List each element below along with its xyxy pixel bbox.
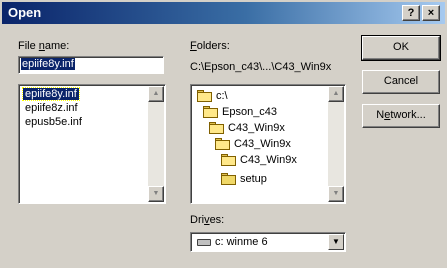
close-button[interactable]: × [422, 5, 440, 21]
open-dialog: Open ? × File name: epiife8y.inf epiife8… [0, 0, 447, 268]
folder-item[interactable]: c:\ [197, 88, 228, 104]
folder-icon [215, 138, 231, 150]
scroll-down-icon[interactable]: ▼ [148, 186, 164, 202]
cancel-button[interactable]: Cancel [362, 70, 440, 94]
chevron-down-icon[interactable]: ▼ [328, 234, 344, 250]
file-item[interactable]: epiife8z.inf [23, 102, 80, 114]
scroll-down-icon[interactable]: ▼ [328, 186, 344, 202]
scroll-up-icon[interactable]: ▲ [328, 86, 344, 102]
file-name-label: File name: [18, 40, 70, 52]
folder-item[interactable]: C43_Win9x [215, 136, 291, 152]
help-button[interactable]: ? [402, 5, 420, 21]
folder-item[interactable]: setup [221, 171, 267, 187]
title-bar[interactable]: Open ? × [2, 2, 445, 24]
folder-icon [221, 173, 237, 185]
folder-tree-scrollbar[interactable]: ▲ ▼ [328, 86, 344, 202]
drive-value: c: winme 6 [215, 236, 268, 248]
file-item[interactable]: epusb5e.inf [23, 116, 84, 128]
drives-dropdown[interactable]: c: winme 6 ▼ [190, 232, 346, 252]
folder-item[interactable]: C43_Win9x [209, 120, 285, 136]
ok-button[interactable]: OK [361, 35, 441, 61]
window-title: Open [8, 5, 42, 20]
file-list-scrollbar[interactable]: ▲ ▼ [148, 86, 164, 202]
folder-icon [209, 122, 225, 134]
folder-icon [197, 90, 213, 102]
folder-tree[interactable]: c:\ Epson_c43 C43_Win9x C43_Win9x C43_Wi… [190, 84, 346, 204]
scroll-up-icon[interactable]: ▲ [148, 86, 164, 102]
network-button[interactable]: Network... [362, 104, 440, 128]
current-folder-path: C:\Epson_c43\...\C43_Win9x [190, 61, 332, 73]
folder-icon [221, 154, 237, 166]
folder-icon [203, 106, 219, 118]
file-name-input[interactable]: epiife8y.inf [18, 56, 164, 74]
folders-label: Folders: [190, 40, 230, 52]
file-list[interactable]: epiife8y.inf epiife8z.inf epusb5e.inf ▲ … [18, 84, 166, 204]
drive-icon [197, 239, 211, 246]
folder-item[interactable]: C43_Win9x [221, 152, 297, 168]
file-item[interactable]: epiife8y.inf [22, 87, 80, 101]
folder-item[interactable]: Epson_c43 [203, 104, 277, 120]
drives-label: Drives: [190, 214, 225, 226]
